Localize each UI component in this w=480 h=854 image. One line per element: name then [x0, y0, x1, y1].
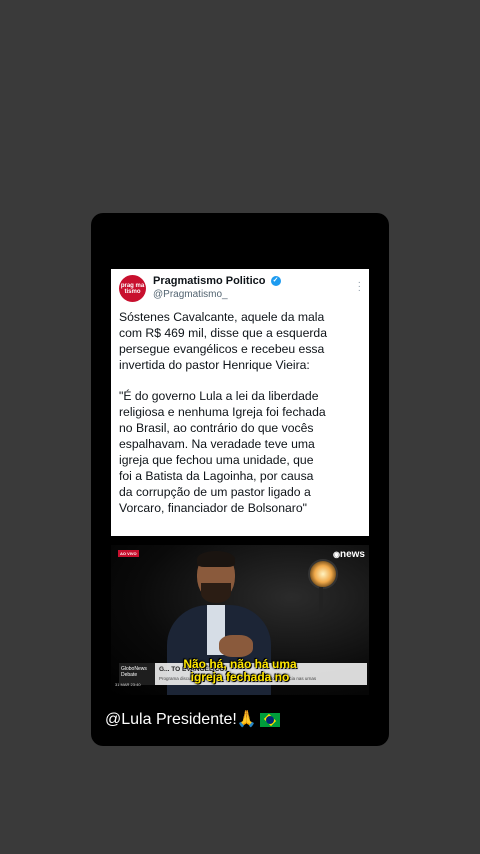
speaker-hands [219, 635, 253, 657]
tweet-header: prag ma tismo Pragmatismo Politico ✓ @Pr… [119, 275, 361, 305]
tweet-screenshot: prag ma tismo Pragmatismo Politico ✓ @Pr… [111, 269, 369, 536]
verified-badge-icon: ✓ [270, 276, 281, 287]
tweet-paragraph-1: Sóstenes Cavalcante, aquele da mala com … [119, 310, 327, 372]
channel-name: news [339, 549, 365, 560]
speaker-hair [197, 551, 235, 567]
lamp-stand [319, 587, 323, 617]
story-caption: @Lula Presidente!🙏 [105, 709, 280, 729]
video-subtitle: Não há, não há uma igreja fechada no [111, 658, 369, 684]
live-tag: AO VIVO [118, 550, 139, 557]
brazil-flag-icon [259, 712, 280, 727]
more-options-icon: · · · [357, 277, 361, 296]
author-name: Pragmatismo Politico [153, 275, 266, 287]
author-handle: @Pragmatismo_ [153, 289, 228, 300]
channel-logo: ◉news [333, 549, 365, 560]
globo-icon: ◉ [333, 550, 340, 559]
tweet-paragraph-2: "É do governo Lula a lei da liberdade re… [119, 389, 326, 515]
caption-text: @Lula Presidente!🙏 [105, 711, 257, 728]
studio-lamp [308, 559, 338, 589]
video-frame[interactable]: AO VIVO ◉news GloboNews Debate G... TO E… [111, 545, 369, 695]
avatar: prag ma tismo [119, 275, 146, 302]
speaker-beard [201, 583, 231, 603]
author-name-row: Pragmatismo Politico ✓ [153, 275, 281, 287]
subtitle-line-2: igreja fechada no [190, 670, 290, 684]
tweet-body: Sóstenes Cavalcante, aquele da mala com … [119, 309, 363, 531]
story-card[interactable]: prag ma tismo Pragmatismo Politico ✓ @Pr… [91, 213, 389, 746]
